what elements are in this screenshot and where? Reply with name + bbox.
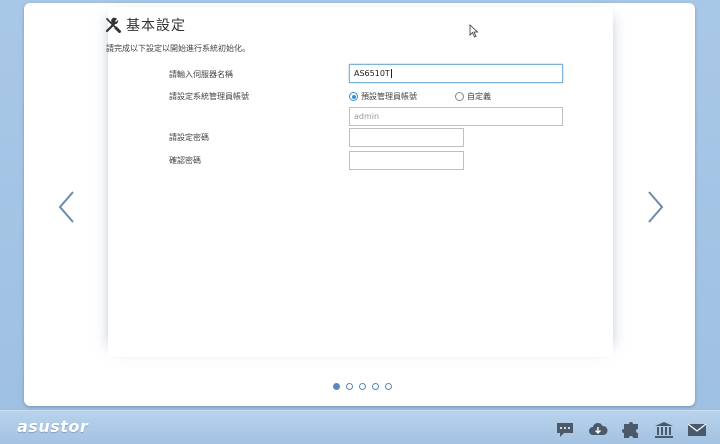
page-header: 基本設定 bbox=[104, 14, 186, 36]
intro-text: 請完成以下設定以開始進行系統初始化。 bbox=[106, 44, 250, 53]
radio-default-label: 預設管理員帳號 bbox=[361, 92, 417, 101]
password-input[interactable] bbox=[349, 128, 464, 147]
radio-default-admin[interactable]: 預設管理員帳號 bbox=[349, 91, 417, 102]
radio-default-button[interactable] bbox=[349, 92, 358, 101]
server-name-label: 請輸入伺服器名稱 bbox=[169, 70, 233, 79]
page-indicator bbox=[333, 383, 398, 390]
radio-custom-admin[interactable]: 自定義 bbox=[455, 91, 491, 102]
password-label: 請設定密碼 bbox=[169, 133, 209, 142]
setup-panel bbox=[108, 7, 613, 357]
page-dot-5[interactable] bbox=[385, 383, 392, 390]
page-dot-4[interactable] bbox=[372, 383, 379, 390]
chat-icon[interactable] bbox=[555, 421, 575, 439]
previous-arrow-icon[interactable] bbox=[57, 190, 77, 224]
radio-custom-label: 自定義 bbox=[467, 92, 491, 101]
confirm-password-label: 確認密碼 bbox=[169, 156, 201, 165]
admin-placeholder: admin bbox=[354, 112, 380, 121]
page-dot-2[interactable] bbox=[346, 383, 353, 390]
footer-bar: asustor bbox=[0, 410, 720, 444]
admin-account-input[interactable]: admin bbox=[349, 107, 563, 126]
mail-icon[interactable] bbox=[687, 421, 707, 439]
confirm-password-input[interactable] bbox=[349, 151, 464, 170]
bank-icon[interactable] bbox=[654, 421, 674, 439]
admin-account-label: 請設定系統管理員帳號 bbox=[169, 92, 249, 101]
mouse-cursor-icon bbox=[469, 24, 479, 38]
asustor-logo: asustor bbox=[17, 417, 89, 436]
wrench-screwdriver-icon bbox=[105, 17, 121, 33]
puzzle-icon[interactable] bbox=[621, 421, 641, 439]
page-dot-1[interactable] bbox=[333, 383, 340, 390]
server-name-value: AS6510T bbox=[354, 69, 390, 78]
next-arrow-icon[interactable] bbox=[645, 190, 665, 224]
server-name-input[interactable]: AS6510T bbox=[349, 64, 563, 83]
cloud-download-icon[interactable] bbox=[588, 421, 608, 439]
page-dot-3[interactable] bbox=[359, 383, 366, 390]
radio-custom-button[interactable] bbox=[455, 92, 464, 101]
page-title: 基本設定 bbox=[126, 18, 186, 34]
